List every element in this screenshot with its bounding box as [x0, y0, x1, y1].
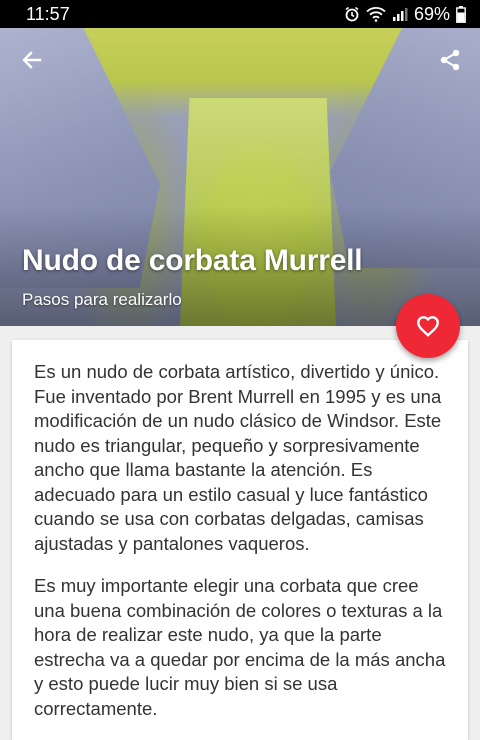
heart-outline-icon	[417, 316, 439, 337]
share-button[interactable]	[428, 38, 472, 82]
content-paragraph: Es muy importante elegir una corbata que…	[34, 575, 446, 719]
wifi-icon	[366, 7, 386, 22]
battery-icon	[456, 5, 466, 23]
status-bar: 11:57 69%	[0, 0, 480, 28]
signal-icon	[392, 8, 408, 21]
status-icons: 69%	[344, 4, 466, 25]
hero-image: Nudo de corbata Murrell Pasos para reali…	[0, 28, 480, 326]
content-card: Es un nudo de corbata artístico, diverti…	[12, 340, 468, 740]
arrow-left-icon	[22, 51, 42, 69]
back-button[interactable]	[10, 38, 54, 82]
favorite-button[interactable]	[396, 294, 460, 358]
share-icon	[440, 49, 460, 71]
status-time: 11:57	[26, 3, 70, 24]
page-title: Nudo de corbata Murrell	[22, 244, 363, 277]
battery-percent: 69%	[413, 3, 450, 24]
alarm-icon	[345, 6, 359, 22]
content-paragraph: Es un nudo de corbata artístico, diverti…	[34, 361, 442, 554]
page-subtitle: Pasos para realizarlo	[22, 290, 182, 309]
